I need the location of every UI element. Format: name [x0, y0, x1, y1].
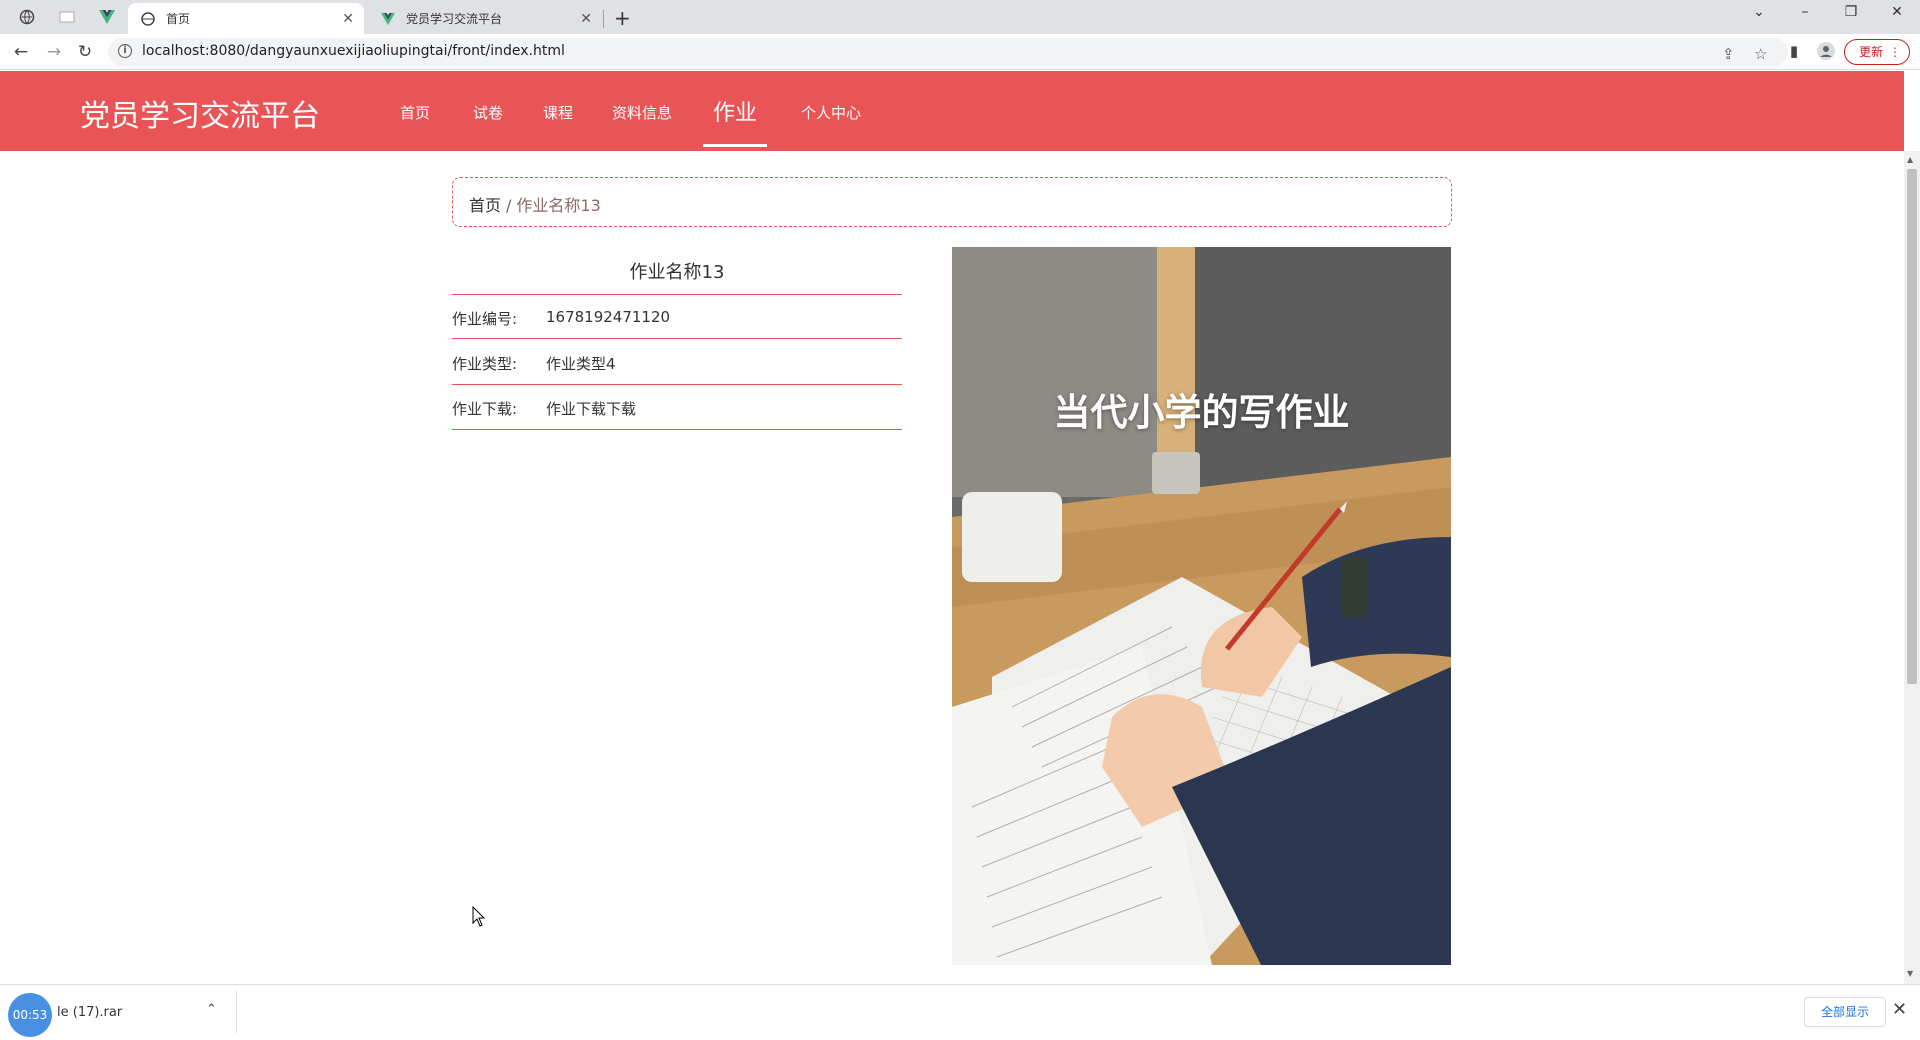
forward-button[interactable]: → [43, 41, 65, 63]
back-button[interactable]: ← [10, 41, 32, 63]
tab-platform[interactable]: 党员学习交流平台 ✕ [368, 3, 602, 34]
divider [452, 338, 902, 339]
breadcrumb-current: 作业名称13 [516, 196, 601, 215]
recording-timer: 00:53 [8, 993, 52, 1037]
divider [452, 429, 902, 430]
divider [452, 384, 902, 385]
detail-value: 作业类型4 [546, 355, 616, 373]
download-file-name[interactable]: le (17).rar [57, 1005, 122, 1020]
tab-search-icon[interactable]: ⌄ [1744, 4, 1774, 20]
image-caption: 当代小学的写作业 [1053, 391, 1350, 434]
vue-logo-icon [99, 10, 115, 24]
nav-home[interactable]: 首页 [400, 102, 430, 123]
desk-writing-photo: . [952, 247, 1451, 965]
vue-logo-icon [380, 11, 396, 27]
reload-button[interactable]: ↻ [74, 41, 96, 63]
update-label: 更新 [1859, 45, 1884, 59]
pinned-tab-1[interactable] [12, 6, 42, 28]
breadcrumb-home[interactable]: 首页 [469, 196, 501, 215]
pinned-tab-2[interactable] [52, 6, 82, 28]
homework-title: 作业名称13 [629, 262, 725, 283]
restore-button[interactable]: ❐ [1836, 4, 1866, 20]
close-icon[interactable]: ✕ [1892, 999, 1907, 1020]
breadcrumb: 首页 / 作业名称13 [452, 177, 1452, 227]
divider [236, 991, 237, 1033]
page-scrollbar[interactable]: ▲ ▼ [1904, 151, 1920, 984]
divider [452, 294, 902, 295]
address-bar[interactable]: i localhost:8080/dangyaunxuexijiaoliupin… [108, 38, 1788, 66]
site-header: 党员学习交流平台 首页 试卷 课程 资料信息 作业 个人中心 [0, 71, 1904, 151]
profile-avatar-icon[interactable] [1816, 42, 1836, 62]
browser-toolbar: ← → ↻ i localhost:8080/dangyaunxuexijiao… [0, 34, 1920, 70]
detail-value: 1678192471120 [546, 308, 671, 326]
breadcrumb-separator: / [506, 196, 512, 215]
scroll-down-icon[interactable]: ▼ [1907, 969, 1913, 978]
blank-page-icon [59, 11, 75, 23]
globe-icon [140, 11, 156, 27]
tab-separator [603, 10, 604, 28]
site-title: 党员学习交流平台 [80, 99, 320, 134]
close-window-button[interactable]: ✕ [1882, 4, 1912, 20]
close-icon[interactable]: ✕ [580, 11, 592, 27]
nav-personal-center[interactable]: 个人中心 [801, 102, 861, 123]
scroll-thumb[interactable] [1907, 169, 1917, 684]
globe-icon [19, 9, 35, 25]
download-link[interactable]: 作业下载下载 [546, 398, 636, 419]
nav-courses[interactable]: 课程 [543, 102, 573, 123]
new-tab-button[interactable]: + [614, 6, 631, 30]
side-panel-icon[interactable]: ▮ [1784, 42, 1804, 62]
active-nav-indicator [703, 144, 767, 147]
nav-exams[interactable]: 试卷 [473, 102, 503, 123]
nav-materials[interactable]: 资料信息 [612, 102, 672, 123]
info-icon[interactable]: i [118, 44, 132, 58]
homework-image: . 当代小学的写作业 [952, 247, 1451, 965]
scroll-up-icon[interactable]: ▲ [1907, 155, 1913, 164]
url-text: localhost:8080/dangyaunxuexijiaoliupingt… [142, 43, 565, 59]
chevron-up-icon[interactable]: ⌃ [206, 1002, 217, 1017]
close-icon[interactable]: ✕ [342, 11, 354, 27]
tab-label: 首页 [166, 12, 191, 26]
detail-label: 作业类型: [452, 355, 518, 373]
nav-homework[interactable]: 作业 [713, 95, 757, 127]
bookmark-star-icon[interactable]: ☆ [1754, 45, 1767, 63]
tab-label: 党员学习交流平台 [406, 12, 503, 26]
tab-home[interactable]: 首页 ✕ [128, 3, 364, 34]
detail-label: 作业编号: [452, 310, 518, 328]
pinned-tab-3[interactable] [92, 6, 122, 28]
update-button[interactable]: 更新 ⋮ [1844, 39, 1910, 65]
show-all-button[interactable]: 全部显示 [1804, 997, 1886, 1027]
mouse-cursor-icon [472, 905, 486, 932]
tab-strip: 首页 ✕ 党员学习交流平台 ✕ + ⌄ – ❐ ✕ [0, 0, 1920, 34]
minimize-button[interactable]: – [1790, 4, 1820, 20]
share-icon[interactable]: ⇪ [1722, 45, 1735, 63]
detail-label: 作业下载: [452, 400, 518, 418]
download-bar: 00:53 le (17).rar ⌃ 全部显示 ✕ [0, 984, 1920, 1040]
more-menu-icon: ⋮ [1889, 45, 1901, 59]
